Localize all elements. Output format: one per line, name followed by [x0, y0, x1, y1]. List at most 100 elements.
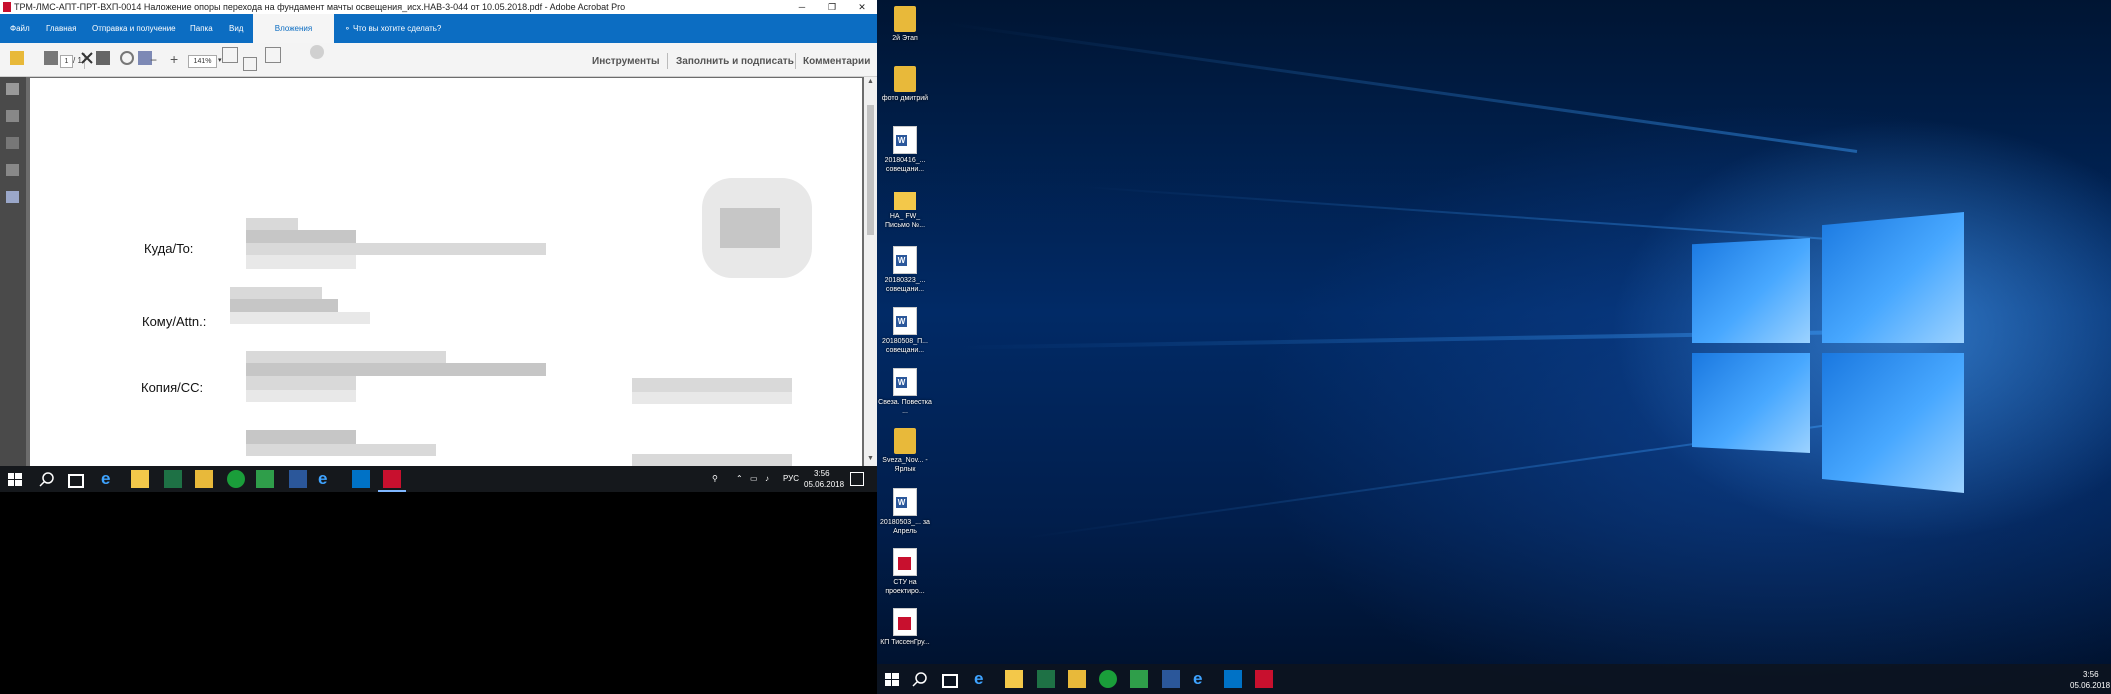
rotate-icon[interactable] [265, 47, 281, 63]
tray-chevron-icon[interactable]: ⌃ [736, 474, 743, 483]
internet-explorer-icon[interactable]: e [318, 470, 336, 488]
chrome-icon[interactable] [1099, 670, 1117, 688]
signatures-icon[interactable] [6, 164, 19, 176]
close-button[interactable]: ✕ [847, 0, 877, 14]
tab-view[interactable]: Вид [229, 14, 243, 43]
desktop-icon[interactable]: НА_ FW_ Письмо №... [877, 188, 933, 230]
clock-time[interactable]: 3:56 [814, 469, 830, 478]
fit-page-icon[interactable] [222, 47, 238, 63]
minimize-button[interactable]: ─ [787, 0, 817, 14]
search-icon[interactable] [38, 470, 56, 488]
zoom-dropdown-chevron-icon[interactable]: ▾ [218, 56, 222, 64]
desktop-icon[interactable]: 20180416_... совещани... [877, 126, 933, 174]
edge-icon[interactable]: e [101, 470, 119, 488]
redacted-text [246, 430, 356, 444]
zoom-out-icon[interactable]: − [150, 53, 157, 67]
fit-width-icon[interactable] [243, 57, 257, 71]
start-icon[interactable] [883, 670, 901, 688]
tell-me-search[interactable]: ⚬ Что вы хотите сделать? [344, 14, 441, 44]
bookmarks-icon[interactable] [6, 110, 19, 122]
word-icon[interactable] [289, 470, 307, 488]
battery-icon[interactable]: ▭ [750, 474, 758, 483]
redacted-text [230, 287, 322, 299]
windows-logo-pane [1692, 238, 1810, 343]
task-view-icon[interactable] [68, 474, 84, 488]
copy-icon[interactable] [96, 51, 110, 65]
tab-send-receive[interactable]: Отправка и получение [92, 14, 176, 43]
cut-icon[interactable] [80, 51, 94, 65]
attachments-icon[interactable] [6, 137, 19, 149]
project-icon[interactable] [256, 470, 274, 488]
excel-icon[interactable] [1037, 670, 1055, 688]
desktop-icon[interactable]: Свеза. Повестка ... [877, 368, 933, 416]
redacted-text [632, 454, 792, 466]
vertical-scrollbar[interactable]: ▲ ▼ [864, 77, 877, 466]
open-file-icon[interactable] [10, 51, 24, 65]
scroll-up-icon[interactable]: ▲ [864, 78, 877, 85]
desktop-icon[interactable]: фото дмитрий [877, 66, 933, 103]
word-icon[interactable] [1162, 670, 1180, 688]
sign-icon[interactable] [310, 45, 324, 59]
volume-icon[interactable]: ♪ [765, 474, 769, 483]
attn-label: Кому/Attn.: [142, 314, 207, 329]
restore-button[interactable]: ❐ [817, 0, 847, 14]
desktop-icon[interactable]: КП ТиссенГру... [877, 608, 933, 647]
clock-time[interactable]: 3:56 [2083, 670, 2099, 679]
clock-date[interactable]: 05.06.2018 [2070, 681, 2110, 690]
search-icon[interactable] [911, 670, 929, 688]
tab-file[interactable]: Файл [10, 14, 30, 43]
acrobat-taskbar-icon[interactable] [1255, 670, 1273, 688]
desktop-icon[interactable]: 20180508_П... совещани... [877, 307, 933, 355]
store-icon[interactable] [1005, 670, 1023, 688]
zoom-field[interactable]: 141% [188, 55, 217, 68]
redacted-text [246, 376, 356, 390]
outlook-icon[interactable] [1224, 670, 1242, 688]
thumbnails-icon[interactable] [6, 83, 19, 95]
zoom-in-icon[interactable]: + [170, 51, 178, 67]
desktop-icon[interactable]: 20180323_... совещани... [877, 246, 933, 294]
people-icon[interactable]: ⚲ [712, 474, 718, 483]
pdf-page: Куда/To: Кому/Attn.: Копия/CC: [30, 78, 862, 466]
comments-button[interactable]: Комментарии [803, 56, 870, 67]
print-icon[interactable] [44, 51, 58, 65]
navigation-pane [0, 77, 26, 466]
task-view-icon[interactable] [942, 674, 958, 688]
language-indicator[interactable]: РУС [783, 474, 799, 483]
file-explorer-icon[interactable] [1068, 670, 1086, 688]
clock-date[interactable]: 05.06.2018 [804, 480, 844, 489]
windows-logo-pane [1822, 353, 1964, 493]
project-icon[interactable] [1130, 670, 1148, 688]
acrobat-toolbar: 1 / 1 − + 141% ▾ Инструменты Заполнить и… [0, 43, 877, 77]
page-number-field[interactable]: 1 [60, 55, 73, 68]
start-icon[interactable] [6, 470, 24, 488]
chrome-icon[interactable] [227, 470, 245, 488]
file-explorer-icon[interactable] [195, 470, 213, 488]
desktop-icon[interactable]: 2й Этап [877, 6, 933, 43]
edge-icon[interactable]: e [974, 670, 992, 688]
word-doc-icon [893, 368, 917, 396]
desktop-icon[interactable]: 20180503_... за Апрель [877, 488, 933, 536]
desktop-icon[interactable]: Sveza_Nov... - Ярлык [877, 428, 933, 474]
internet-explorer-icon[interactable]: e [1193, 670, 1211, 688]
scrollbar-thumb[interactable] [867, 105, 874, 235]
desktop-icon[interactable]: СТУ на проектиро... [877, 548, 933, 596]
tab-home[interactable]: Главная [46, 14, 76, 43]
left-taskbar: e e ⚲ ⌃ ▭ ♪ РУС 3:56 05.06.2018 [0, 466, 877, 492]
hand-tool-icon[interactable] [120, 51, 134, 65]
excel-icon[interactable] [164, 470, 182, 488]
tab-folder[interactable]: Папка [190, 14, 213, 43]
store-icon[interactable] [131, 470, 149, 488]
light-beam [1078, 185, 1858, 242]
layers-icon[interactable] [6, 191, 19, 203]
pdf-icon [893, 548, 917, 576]
fill-sign-button[interactable]: Заполнить и подписать [676, 56, 794, 67]
acrobat-taskbar-icon[interactable] [383, 470, 401, 488]
word-doc-icon [893, 126, 917, 154]
scroll-down-icon[interactable]: ▼ [864, 455, 877, 462]
notification-icon[interactable] [850, 472, 864, 486]
tab-attachments[interactable]: Вложения [253, 14, 334, 43]
outlook-icon[interactable] [352, 470, 370, 488]
tools-panel-button[interactable]: Инструменты [592, 56, 660, 67]
redacted-text [246, 351, 446, 363]
redacted-text [246, 363, 546, 376]
